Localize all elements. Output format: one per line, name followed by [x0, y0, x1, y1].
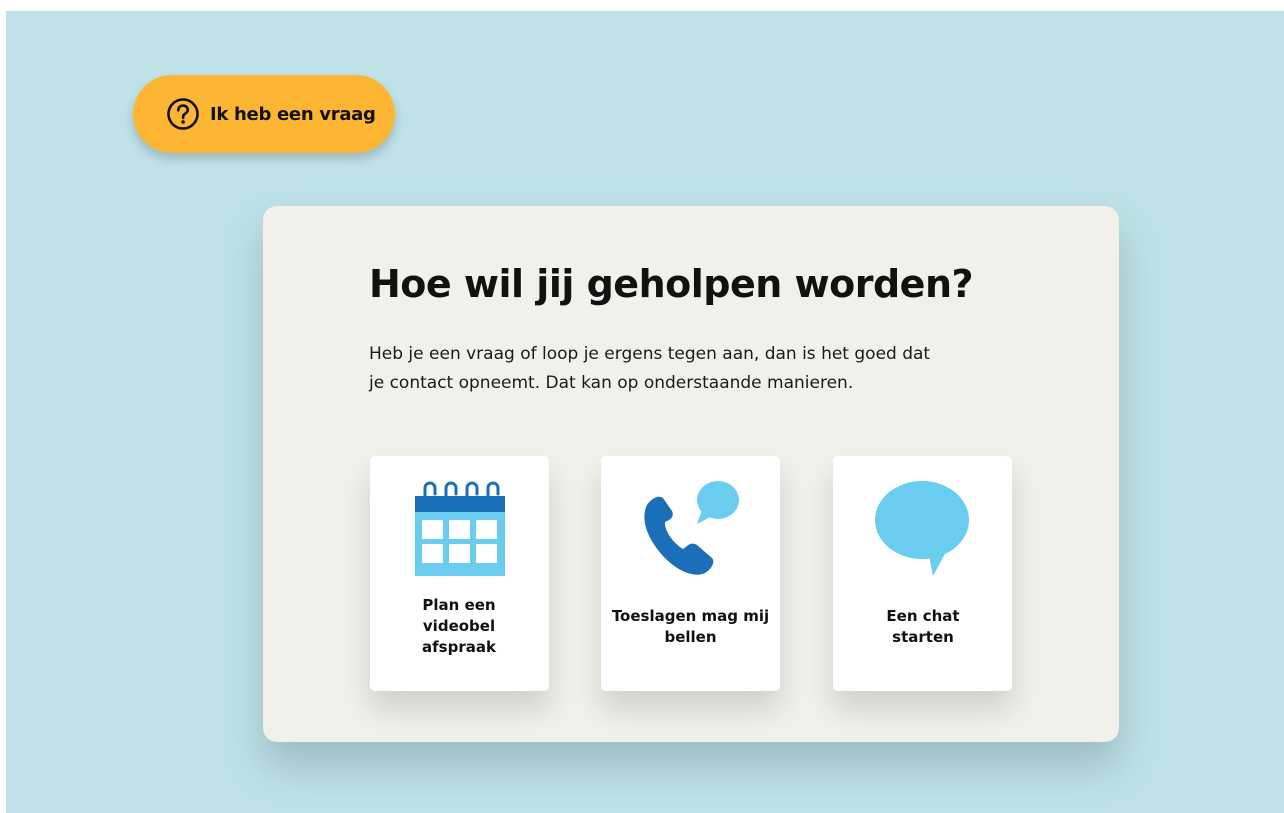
contact-options-card: Hoe wil jij geholpen worden? Heb je een … — [263, 206, 1119, 742]
calendar-icon — [370, 476, 549, 580]
page-background: Ik heb een vraag Hoe wil jij geholpen wo… — [6, 11, 1284, 813]
question-circle-icon — [166, 97, 200, 131]
help-button-label: Ik heb een vraag — [210, 103, 376, 125]
option-start-chat[interactable]: Een chat starten — [833, 456, 1012, 691]
option-video-call[interactable]: Plan een videobel afspraak — [370, 456, 549, 691]
chat-bubble-icon — [833, 476, 1012, 580]
card-title: Hoe wil jij geholpen worden? — [369, 262, 974, 306]
phone-call-icon — [601, 476, 780, 580]
option-label: Toeslagen mag mij bellen — [611, 607, 770, 646]
option-label: Plan een videobel afspraak — [422, 596, 496, 656]
help-question-button[interactable]: Ik heb een vraag — [133, 75, 395, 153]
option-label: Een chat starten — [886, 607, 960, 646]
card-description: Heb je een vraag of loop je ergens tegen… — [369, 344, 931, 393]
option-call-me[interactable]: Toeslagen mag mij bellen — [601, 456, 780, 691]
